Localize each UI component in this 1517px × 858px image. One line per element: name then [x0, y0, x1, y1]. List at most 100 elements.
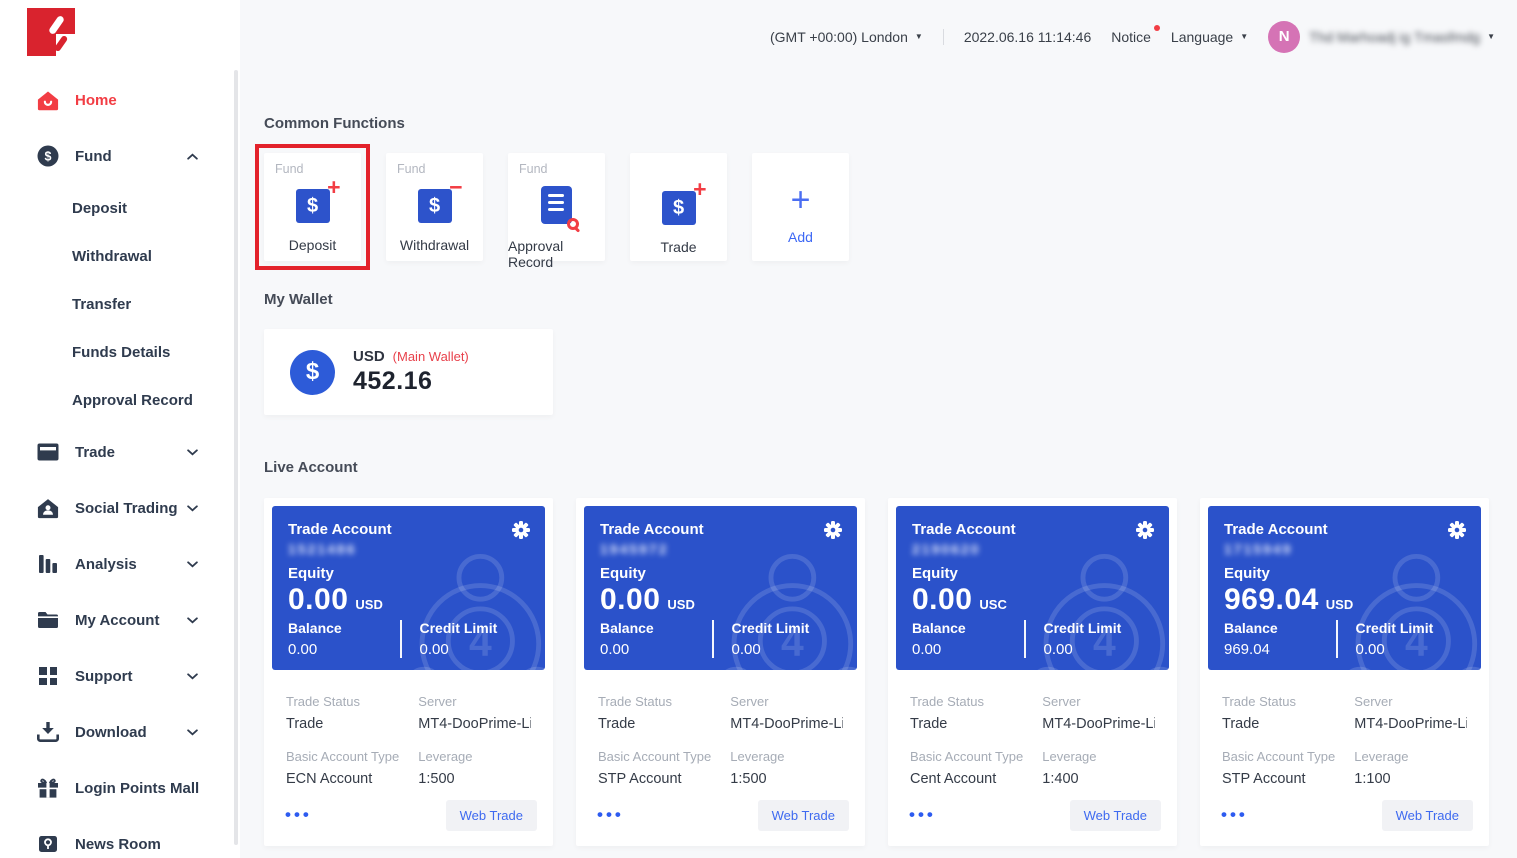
- sidebar-item-trade[interactable]: Trade: [0, 424, 240, 480]
- gear-icon[interactable]: [1447, 520, 1467, 545]
- server-value: MT4-DooPrime-Li...: [418, 716, 531, 732]
- card-label: Approval Record: [508, 238, 564, 270]
- web-trade-button[interactable]: Web Trade: [1381, 800, 1473, 831]
- server-value: MT4-DooPrime-Li...: [1042, 716, 1155, 732]
- sidebar-item-label: Funds Details: [72, 343, 171, 361]
- sidebar-item-news-room[interactable]: News Room: [0, 816, 240, 858]
- sidebar-item-analysis[interactable]: Analysis: [0, 536, 240, 592]
- account-panel: Trade Account 1945972 Equity 0.00 USD Ba…: [584, 506, 857, 670]
- web-trade-button[interactable]: Web Trade: [445, 800, 537, 831]
- sidebar-item-label: Deposit: [72, 199, 128, 217]
- balance-stat: Balance 0.00: [600, 620, 712, 658]
- folder-icon: [36, 611, 60, 629]
- credit-limit-stat: Credit Limit 0.00: [1023, 620, 1156, 658]
- gear-icon[interactable]: [823, 520, 843, 545]
- quick-trade-card[interactable]: $ + Trade: [630, 153, 727, 261]
- add-function-card[interactable]: + Add: [752, 153, 849, 261]
- credit-limit-stat: Credit Limit 0.00: [711, 620, 844, 658]
- equity-value: 0.00: [288, 583, 349, 616]
- sidebar-item-login-points-mall[interactable]: Login Points Mall: [0, 760, 240, 816]
- sidebar: Home $ Fund Deposit Withdrawal Transfer …: [0, 0, 240, 858]
- sidebar-item-social-trading[interactable]: Social Trading: [0, 480, 240, 536]
- more-actions-button[interactable]: •••: [285, 807, 312, 823]
- sidebar-item-fund[interactable]: $ Fund: [0, 128, 240, 184]
- credit-limit-value: 0.00: [1043, 641, 1073, 658]
- balance-value: 969.04: [1224, 641, 1270, 658]
- main-content: Common Functions Fund $ + Deposit Fund $ −…: [240, 73, 1517, 858]
- live-account-title: Live Account: [264, 459, 358, 476]
- credit-limit-stat: Credit Limit 0.00: [399, 620, 532, 658]
- sidebar-item-my-account[interactable]: My Account: [0, 592, 240, 648]
- chevron-up-icon: [187, 153, 198, 160]
- account-details: Trade StatusTrade ServerMT4-DooPrime-Li.…: [910, 694, 1155, 787]
- gear-icon[interactable]: [511, 520, 531, 545]
- more-actions-button[interactable]: •••: [597, 807, 624, 823]
- web-trade-button[interactable]: Web Trade: [757, 800, 849, 831]
- withdrawal-fund-icon: $ −: [417, 176, 463, 223]
- equity-label: Equity: [912, 565, 958, 582]
- sidebar-item-withdrawal[interactable]: Withdrawal: [0, 232, 240, 280]
- sidebar-item-deposit[interactable]: Deposit: [0, 184, 240, 232]
- sidebar-item-label: Withdrawal: [72, 247, 152, 265]
- trade-account-card: Trade Account 1521486 Equity 0.00 USD Ba…: [264, 498, 553, 846]
- home-icon: [36, 90, 60, 111]
- wallet-card[interactable]: $ USD (Main Wallet) 452.16: [264, 329, 553, 415]
- language-selector[interactable]: Language ▼: [1171, 29, 1248, 45]
- chevron-down-icon: ▼: [1487, 32, 1495, 41]
- wallet-info: USD (Main Wallet) 452.16: [353, 348, 469, 396]
- account-type-value: STP Account: [598, 771, 682, 787]
- notice-button[interactable]: Notice: [1111, 24, 1160, 45]
- quick-approval-record-card[interactable]: Fund Approval Record: [508, 153, 605, 270]
- common-functions-title: Common Functions: [264, 115, 405, 132]
- leverage-value: 1:400: [1042, 771, 1079, 787]
- doo-prime-logo[interactable]: [27, 8, 75, 56]
- notification-dot: [1153, 24, 1160, 31]
- balance-stat: Balance 969.04: [1224, 620, 1336, 658]
- sidebar-item-label: Approval Record: [72, 391, 193, 409]
- trade-account-card: Trade Account 1715949 Equity 969.04 USD …: [1200, 498, 1489, 846]
- equity-value: 0.00: [912, 583, 973, 616]
- chevron-down-icon: [187, 672, 198, 680]
- sidebar-item-label: Download: [75, 723, 147, 741]
- sidebar-item-approval-record[interactable]: Approval Record: [0, 376, 240, 424]
- sidebar-item-download[interactable]: Download: [0, 704, 240, 760]
- card-label: Trade: [660, 239, 697, 255]
- card-category: Fund: [275, 162, 304, 176]
- analysis-icon: [36, 554, 60, 574]
- more-actions-button[interactable]: •••: [1221, 807, 1248, 823]
- sidebar-scrollbar[interactable]: [234, 70, 238, 845]
- more-actions-button[interactable]: •••: [909, 807, 936, 823]
- gear-icon[interactable]: [1135, 520, 1155, 545]
- account-type-value: Cent Account: [910, 771, 997, 787]
- quick-deposit-card[interactable]: Fund $ + Deposit: [255, 144, 370, 270]
- card-category: Fund: [397, 162, 426, 176]
- chevron-down-icon: [187, 504, 198, 512]
- timezone-selector[interactable]: (GMT +00:00) London ▼: [770, 29, 923, 45]
- sidebar-item-transfer[interactable]: Transfer: [0, 280, 240, 328]
- trade-status-value: Trade: [598, 716, 636, 732]
- server-value: MT4-DooPrime-Li...: [1354, 716, 1467, 732]
- account-number-redacted: 1945972: [600, 541, 669, 557]
- user-menu[interactable]: N Thd Marhoadj ig Tmasfmdg ▼: [1268, 20, 1495, 53]
- gift-icon: [36, 778, 60, 798]
- trade-icon: [36, 443, 60, 461]
- sidebar-item-home[interactable]: Home: [0, 72, 240, 128]
- quick-withdrawal-card[interactable]: Fund $ − Withdrawal: [386, 153, 483, 261]
- card-label: Withdrawal: [399, 237, 470, 253]
- live-account-row: Trade Account 1521486 Equity 0.00 USD Ba…: [264, 498, 1517, 846]
- magnifier-icon: [567, 218, 579, 230]
- wallet-amount: 452.16: [353, 367, 433, 395]
- sidebar-item-funds-details[interactable]: Funds Details: [0, 328, 240, 376]
- sidebar-item-label: Home: [75, 91, 117, 109]
- chevron-down-icon: [187, 560, 198, 568]
- language-label: Language: [1170, 28, 1234, 45]
- trade-fund-icon: $ +: [661, 178, 707, 225]
- web-trade-button[interactable]: Web Trade: [1069, 800, 1161, 831]
- sidebar-item-support[interactable]: Support: [0, 648, 240, 704]
- account-details: Trade StatusTrade ServerMT4-DooPrime-Li.…: [1222, 694, 1467, 787]
- plus-icon: +: [790, 181, 811, 219]
- sidebar-item-label: Support: [75, 667, 133, 685]
- trade-status-value: Trade: [1222, 716, 1260, 732]
- account-card-title: Trade Account: [1224, 521, 1328, 538]
- credit-limit-stat: Credit Limit 0.00: [1335, 620, 1468, 658]
